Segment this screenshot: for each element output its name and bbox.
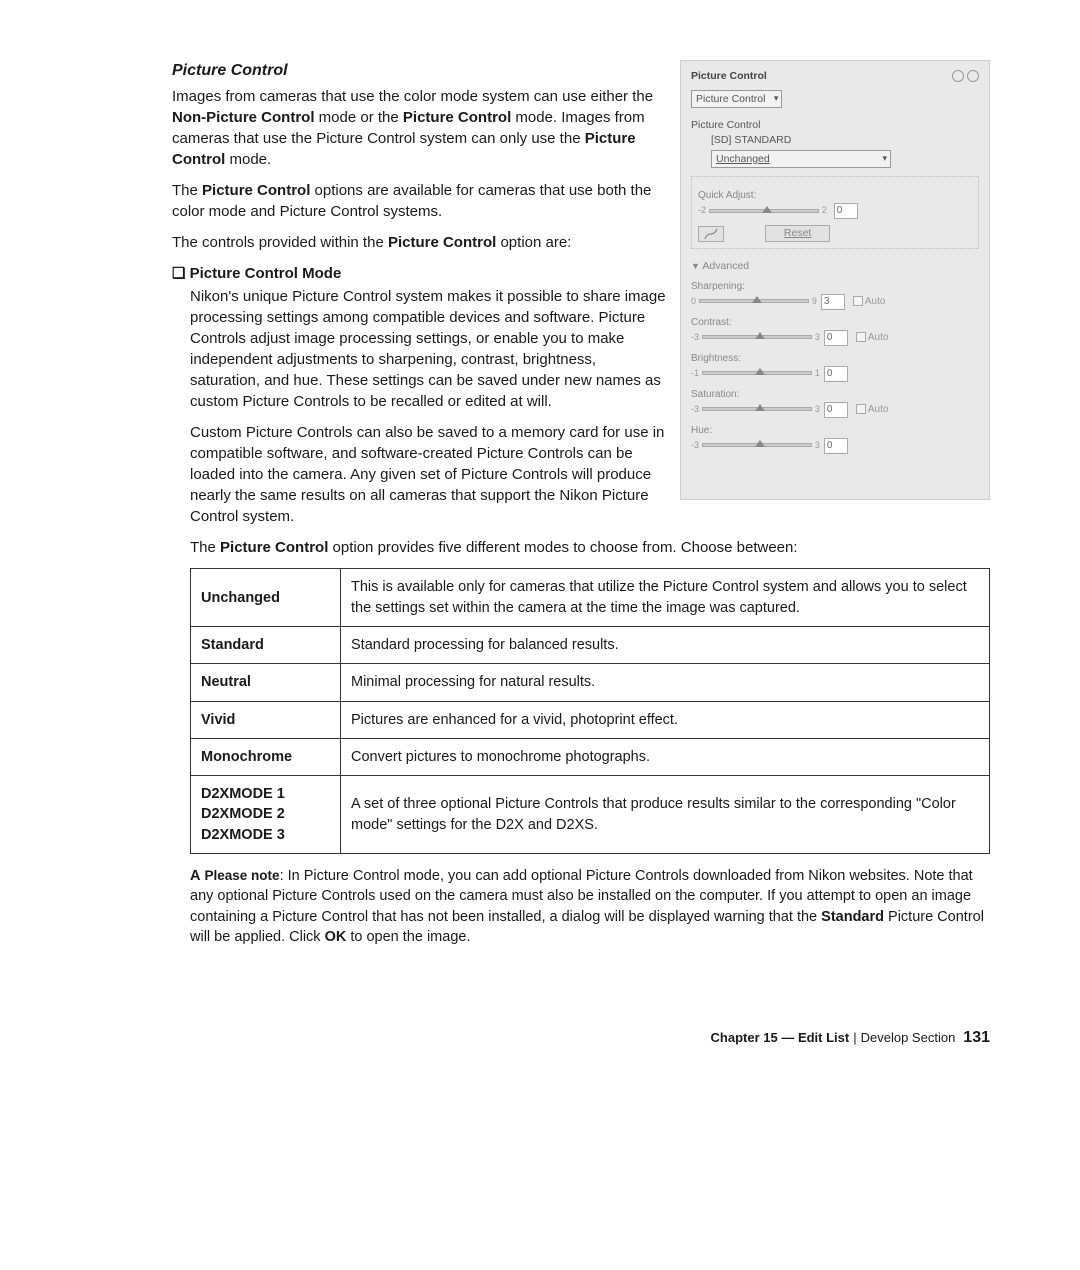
slider-track[interactable] [702,371,812,375]
modes-table: UnchangedThis is available only for came… [190,568,990,854]
slider-row: Brightness:-1 10 [691,352,979,382]
slider-row: Contrast:-3 30Auto [691,316,979,346]
panel-header-icons [949,69,979,84]
slider-value[interactable]: 0 [824,438,848,454]
table-row: UnchangedThis is available only for came… [191,569,990,627]
advanced-sliders: Sharpening:0 93AutoContrast:-3 30AutoBri… [691,280,979,454]
please-note: A Please note: In Picture Control mode, … [190,866,990,947]
mode-paragraph-3: The Picture Control option provides five… [190,537,990,558]
slider-value[interactable]: 0 [824,330,848,346]
table-row: StandardStandard processing for balanced… [191,626,990,663]
table-row: D2XMODE 1 D2XMODE 2 D2XMODE 3A set of th… [191,776,990,854]
slider-track[interactable] [702,335,812,339]
slider-track[interactable] [702,443,812,447]
slider-value[interactable]: 0 [824,402,848,418]
quick-adjust-value[interactable]: 0 [834,203,858,219]
auto-checkbox[interactable]: Auto [853,296,886,307]
mode-dropdown[interactable]: Picture Control [691,90,782,109]
slider-row: Saturation:-3 30Auto [691,388,979,418]
preset-name: [SD] STANDARD [691,133,979,148]
auto-checkbox[interactable]: Auto [856,404,889,415]
slider-track[interactable] [702,407,812,411]
picture-control-panel: Picture Control Picture Control Picture … [680,60,990,500]
page-footer: Chapter 15 — Edit List|Develop Section13… [172,1027,990,1049]
table-row: VividPictures are enhanced for a vivid, … [191,701,990,738]
reset-button[interactable]: Reset [765,225,830,242]
table-row: NeutralMinimal processing for natural re… [191,664,990,701]
quick-adjust-slider[interactable] [709,209,819,213]
table-row: MonochromeConvert pictures to monochrome… [191,738,990,775]
quick-adjust-label: Quick Adjust: [698,189,972,203]
preset-dropdown[interactable]: Unchanged [711,150,891,169]
slider-value[interactable]: 0 [824,366,848,382]
slider-value[interactable]: 3 [821,294,845,310]
slider-track[interactable] [699,299,809,303]
auto-checkbox[interactable]: Auto [856,332,889,343]
slider-row: Sharpening:0 93Auto [691,280,979,310]
slider-row: Hue:-3 30 [691,424,979,454]
group-label: Picture Control [691,118,979,133]
panel-title: Picture Control [691,69,767,84]
curves-icon[interactable] [698,226,724,242]
advanced-header[interactable]: Advanced [691,259,979,274]
